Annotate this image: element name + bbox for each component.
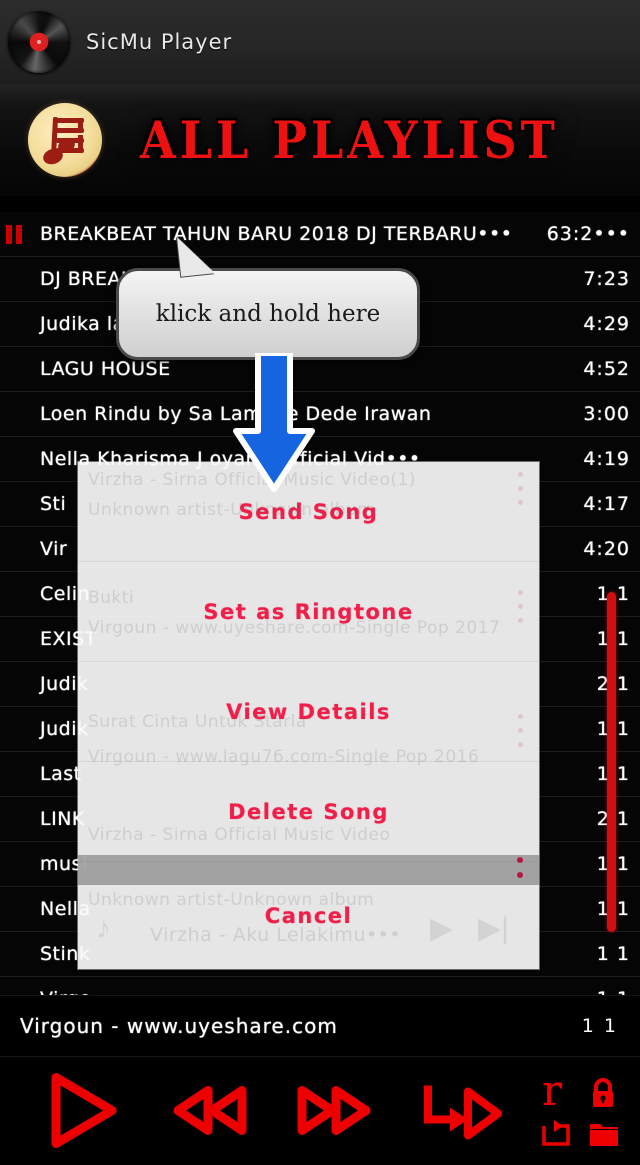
- tooltip-tail-icon: [177, 233, 215, 277]
- utility-icon-grid[interactable]: r: [536, 1069, 622, 1153]
- menu-item-set-ringtone[interactable]: Set as Ringtone: [78, 562, 539, 662]
- now-playing-indicator-icon: [6, 225, 24, 244]
- playlist-row[interactable]: Loen Rindu by Sa Lamnoe Dede Irawan 3:00: [0, 392, 640, 437]
- song-duration: 1 1: [596, 853, 630, 875]
- page-title: ALL PLAYLIST: [140, 109, 559, 171]
- song-duration: 63:2•••: [546, 223, 630, 245]
- song-duration: 1 1: [596, 943, 630, 965]
- song-duration: 1 1: [596, 718, 630, 740]
- blue-down-arrow-icon: [232, 350, 316, 493]
- app-title-bar: SicMu Player: [0, 0, 640, 84]
- rewind-button[interactable]: [172, 1084, 248, 1141]
- menu-item-delete-song[interactable]: Delete Song: [78, 762, 539, 862]
- playlist-row-last[interactable]: Virgoun - www.uyeshare.com 1 1: [0, 995, 640, 1057]
- fast-forward-button[interactable]: [296, 1084, 372, 1141]
- menu-item-view-details[interactable]: View Details: [78, 662, 539, 762]
- instruction-tooltip: klick and hold here: [116, 233, 420, 360]
- tooltip-text: klick and hold here: [155, 301, 381, 327]
- song-duration: 7:23: [583, 268, 630, 290]
- folder-icon[interactable]: [588, 1120, 620, 1153]
- song-duration: 2 1: [596, 808, 630, 830]
- play-button[interactable]: [48, 1071, 118, 1154]
- menu-item-cancel[interactable]: Cancel: [78, 862, 539, 969]
- song-duration: 4:20: [583, 538, 630, 560]
- song-duration: 4:19: [583, 448, 630, 470]
- app-title: SicMu Player: [86, 30, 233, 54]
- playlist-row[interactable]: BREAKBEAT TAHUN BARU 2018 DJ TERBARU••• 6…: [0, 212, 640, 257]
- vinyl-record-icon: [8, 11, 70, 73]
- playlist-banner: ALL PLAYLIST: [0, 84, 640, 196]
- repeat-icon[interactable]: [538, 1119, 574, 1153]
- song-title: BREAKBEAT TAHUN BARU 2018 DJ TERBARU•••: [40, 223, 513, 245]
- song-duration: 4:17: [583, 493, 630, 515]
- song-duration: 1 1: [596, 898, 630, 920]
- song-duration: 1 1: [581, 1015, 618, 1037]
- next-track-button[interactable]: [420, 1079, 502, 1146]
- lock-icon[interactable]: [588, 1077, 618, 1113]
- song-duration: 1 1: [596, 583, 630, 605]
- music-note-playlist-icon: [28, 103, 102, 177]
- song-context-menu[interactable]: Virzha - Sirna Official Music Video(1) U…: [78, 462, 539, 969]
- repeat-letter-icon[interactable]: r: [542, 1069, 562, 1112]
- song-duration: 1 1: [596, 763, 630, 785]
- song-duration: 1 1: [596, 628, 630, 650]
- song-duration: 4:52: [583, 358, 630, 380]
- song-duration: 3:00: [583, 403, 630, 425]
- song-duration: 2 1: [596, 673, 630, 695]
- song-duration: 4:29: [583, 313, 630, 335]
- song-title: Virgoun - www.uyeshare.com: [20, 1014, 338, 1038]
- scrollbar-thumb[interactable]: [607, 592, 616, 932]
- player-toolbar[interactable]: r: [0, 1060, 640, 1165]
